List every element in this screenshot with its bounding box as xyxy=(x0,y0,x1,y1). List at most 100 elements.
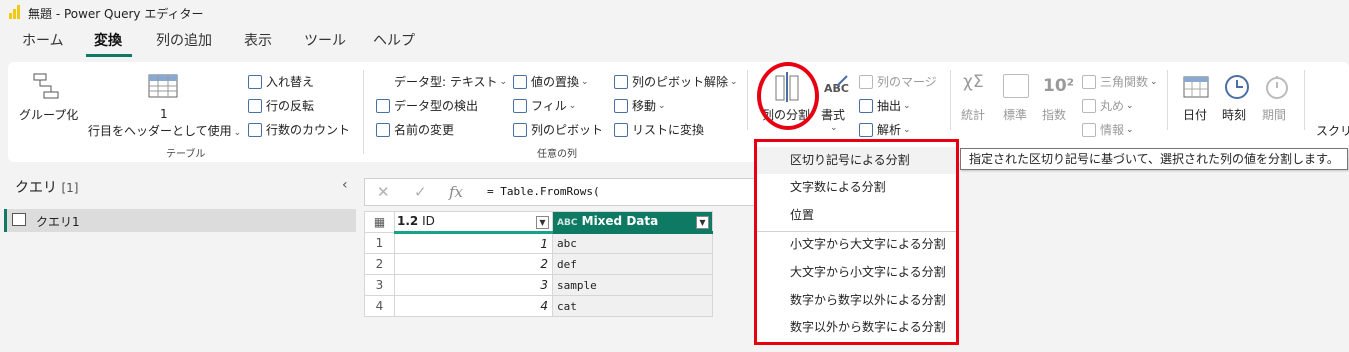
split-digit-to-nondigit-item[interactable]: 数字から数字以外による分割 xyxy=(757,287,956,314)
type-text-icon[interactable]: ABC xyxy=(557,218,577,228)
tab-view[interactable]: 表示 xyxy=(244,30,272,50)
statistics-button[interactable]: 統計 xyxy=(961,106,985,123)
scientific-button[interactable]: 指数 xyxy=(1042,106,1066,123)
column-filter-dropdown-icon[interactable]: ▼ xyxy=(696,216,709,229)
information-icon xyxy=(1082,122,1096,137)
convert-to-list-button[interactable]: リストに変換 xyxy=(614,121,704,138)
unpivot-columns-label: 列のピボット解除 xyxy=(632,75,729,89)
move-button[interactable]: 移動 ⌄ xyxy=(614,97,666,114)
date-button[interactable]: 日付 xyxy=(1183,106,1207,123)
cell-id[interactable]: 3 xyxy=(394,274,553,296)
fill-label: フィル xyxy=(531,99,567,113)
tab-help[interactable]: ヘルプ xyxy=(373,30,415,50)
script-button[interactable]: スクリ xyxy=(1316,122,1349,139)
group-by-button[interactable] xyxy=(19,72,75,103)
pivot-column-icon xyxy=(513,122,527,137)
formula-input[interactable]: = Table.FromRows( xyxy=(487,185,600,198)
query-item-label: クエリ1 xyxy=(36,215,80,229)
cell-mixed-data[interactable]: sample xyxy=(552,274,713,296)
data-type-dropdown[interactable]: データ型: テキスト ⌄ xyxy=(394,73,507,90)
table-row[interactable]: 2 2 def xyxy=(364,253,713,275)
replace-values-button[interactable]: 値の置換 ⌄ xyxy=(513,73,589,90)
trigonometry-label: 三角関数 xyxy=(1100,75,1149,89)
cell-mixed-data[interactable]: abc xyxy=(552,232,713,254)
queries-pane-title: クエリ [1] xyxy=(15,177,78,197)
information-button[interactable]: 情報 ⌄ xyxy=(1082,121,1134,138)
count-rows-button[interactable]: 行数のカウント xyxy=(248,121,350,138)
cell-mixed-data[interactable]: cat xyxy=(552,295,713,317)
convert-to-list-label: リストに変換 xyxy=(632,123,705,137)
reverse-rows-icon xyxy=(248,98,262,113)
select-all-table-icon[interactable]: ▦ xyxy=(364,211,395,233)
row-number: 1 xyxy=(364,232,395,254)
table-row[interactable]: 4 4 cat xyxy=(364,295,713,317)
confirm-icon[interactable]: ✓ xyxy=(414,183,427,201)
pivot-column-label: 列のピボット xyxy=(531,123,604,137)
power-bi-logo-icon xyxy=(8,5,22,19)
cancel-icon[interactable]: ✕ xyxy=(377,183,390,201)
duration-button[interactable]: 期間 xyxy=(1262,106,1286,123)
convert-to-list-icon xyxy=(614,122,628,137)
unpivot-columns-button[interactable]: 列のピボット解除 ⌄ xyxy=(614,73,738,90)
detect-type-button[interactable]: データ型の検出 xyxy=(376,97,478,114)
tab-tools[interactable]: ツール xyxy=(304,30,346,50)
fill-down-icon xyxy=(513,98,527,113)
split-upper-to-lower-item[interactable]: 大文字から小文字による分割 xyxy=(757,259,956,286)
format-button[interactable]: 書式 xyxy=(821,106,845,123)
split-by-positions-item[interactable]: 位置 xyxy=(757,202,956,229)
fx-icon[interactable]: fx xyxy=(449,183,463,201)
unpivot-columns-icon xyxy=(614,74,628,89)
detect-type-icon xyxy=(376,98,390,113)
chevron-down-icon: ⌄ xyxy=(1126,100,1134,111)
count-rows-label: 行数のカウント xyxy=(266,123,351,137)
count-rows-icon xyxy=(248,122,262,137)
transpose-icon xyxy=(248,74,262,89)
split-lower-to-upper-item[interactable]: 小文字から大文字による分割 xyxy=(757,231,956,258)
use-first-row-button[interactable]: 行目をヘッダーとして使用 ⌄ xyxy=(88,122,241,139)
cell-mixed-data[interactable]: def xyxy=(552,253,713,275)
tab-add-column[interactable]: 列の追加 xyxy=(156,30,212,50)
time-button[interactable]: 時刻 xyxy=(1222,106,1246,123)
merge-columns-icon xyxy=(859,74,873,89)
split-nondigit-to-digit-item[interactable]: 数字以外から数字による分割 xyxy=(757,314,956,341)
reverse-rows-button[interactable]: 行の反転 xyxy=(248,97,314,114)
scientific-icon: 10² xyxy=(1043,76,1075,96)
pivot-column-button[interactable]: 列のピボット xyxy=(513,121,603,138)
transpose-label: 入れ替え xyxy=(266,75,315,89)
cell-id[interactable]: 1 xyxy=(394,232,553,254)
queries-count: [1] xyxy=(61,181,79,195)
table-icon xyxy=(12,213,26,226)
highlight-circle xyxy=(757,62,819,130)
cell-id[interactable]: 4 xyxy=(394,295,553,317)
extract-icon xyxy=(859,98,873,113)
chevron-down-icon: ⌄ xyxy=(499,76,508,87)
column-header-id[interactable]: 1.2 ID ▼ xyxy=(394,211,553,234)
column-header-mixed-data[interactable]: ABC Mixed Data ▼ xyxy=(552,211,713,234)
stopwatch-icon xyxy=(1265,74,1289,103)
parse-button[interactable]: 解析 ⌄ xyxy=(859,121,911,138)
rename-button[interactable]: 名前の変更 xyxy=(376,121,454,138)
type-number-icon[interactable]: 1.2 xyxy=(397,214,418,228)
rename-icon xyxy=(376,122,390,137)
tab-transform[interactable]: 変換 xyxy=(94,30,122,50)
transpose-button[interactable]: 入れ替え xyxy=(248,73,314,90)
cell-id[interactable]: 2 xyxy=(394,253,553,275)
table-row[interactable]: 1 1 abc xyxy=(364,232,713,254)
standard-button[interactable]: 標準 xyxy=(1003,106,1027,123)
tab-home[interactable]: ホーム xyxy=(22,30,64,50)
split-by-delimiter-item[interactable]: 区切り記号による分割 xyxy=(757,147,956,174)
column-filter-dropdown-icon[interactable]: ▼ xyxy=(536,216,549,229)
fill-button[interactable]: フィル ⌄ xyxy=(513,97,576,114)
chevron-down-icon: ⌄ xyxy=(581,76,589,87)
trigonometry-button[interactable]: 三角関数 ⌄ xyxy=(1082,73,1158,90)
split-by-number-of-characters-item[interactable]: 文字数による分割 xyxy=(757,174,956,201)
data-grid: ▦ 1.2 ID ▼ ABC Mixed Data ▼ 1 1 abc 2 2 … xyxy=(364,211,714,317)
row-number: 3 xyxy=(364,274,395,296)
table-row[interactable]: 3 3 sample xyxy=(364,274,713,296)
chevron-down-icon: ⌄ xyxy=(1126,124,1134,135)
rounding-button[interactable]: 丸め ⌄ xyxy=(1082,97,1134,114)
extract-button[interactable]: 抽出 ⌄ xyxy=(859,97,911,114)
collapse-chevron-left-icon[interactable]: ‹ xyxy=(342,177,348,193)
trigonometry-icon xyxy=(1082,74,1096,89)
merge-columns-button[interactable]: 列のマージ xyxy=(859,73,937,90)
